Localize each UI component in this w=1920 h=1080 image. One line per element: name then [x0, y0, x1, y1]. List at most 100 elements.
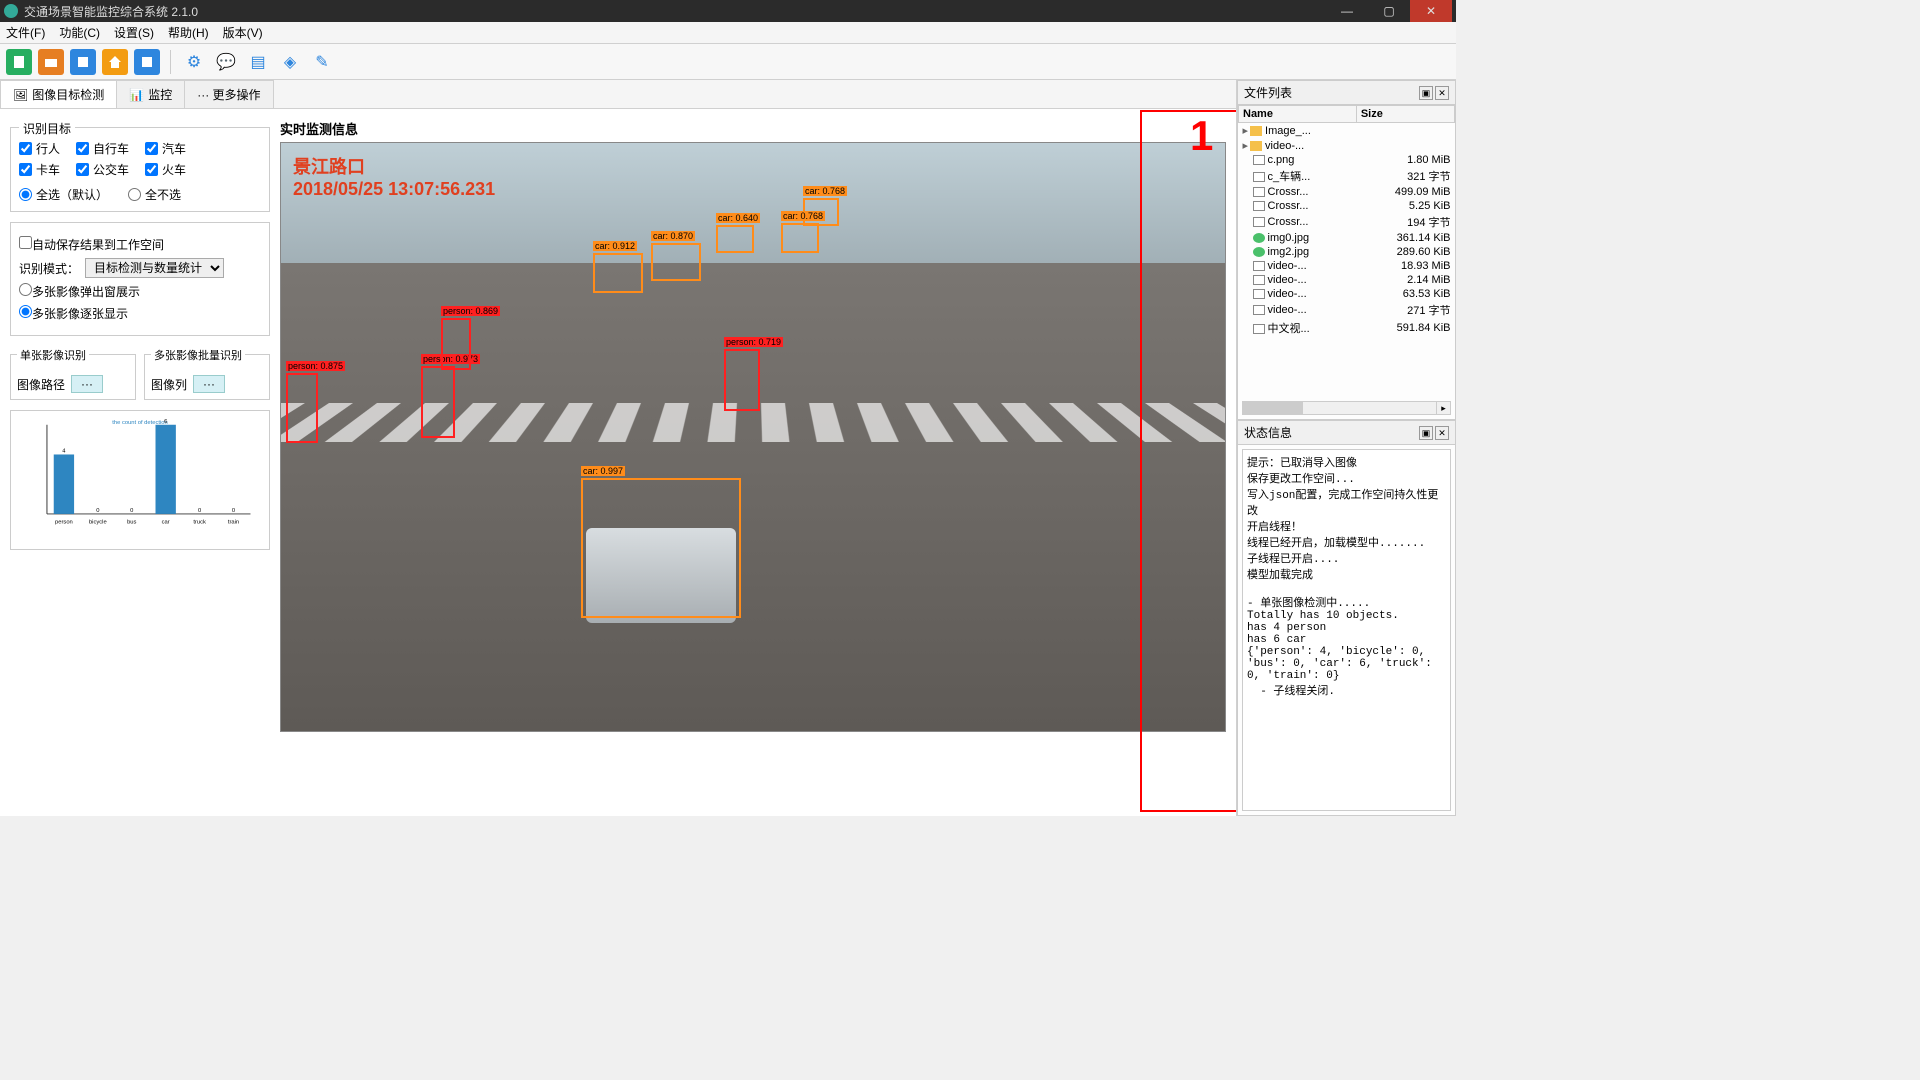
mode-groupbox: 自动保存结果到工作空间 识别模式： 目标检测与数量统计 多张影像弹出窗展示 多张…: [10, 222, 270, 336]
file-list-hscrollbar[interactable]: ▸: [1242, 401, 1451, 415]
app-icon: [4, 4, 18, 18]
radio-multi-seq[interactable]: 多张影像逐张显示: [19, 305, 128, 322]
tab-detection[interactable]: 🖼 图像目标检测: [0, 80, 117, 108]
file-icon: [1253, 172, 1265, 182]
comment-icon: 💬: [216, 52, 236, 72]
svg-text:0: 0: [198, 508, 201, 514]
detection-car: car: 0.912: [593, 253, 643, 293]
file-row[interactable]: 中文视...591.84 KiB: [1239, 319, 1455, 337]
status-panel: 状态信息 ▣ ✕ 提示：已取消导入图像 保存更改工作空间... 写入json配置…: [1237, 420, 1456, 816]
checkbox-truck[interactable]: 卡车: [19, 161, 60, 178]
tab-monitor-label: 监控: [148, 86, 172, 103]
toolbar-home-button[interactable]: [102, 49, 128, 75]
batch-browse-button[interactable]: ···: [193, 375, 225, 393]
file-row[interactable]: Crossr...5.25 KiB: [1239, 199, 1455, 213]
file-icon: [1253, 187, 1265, 197]
checkbox-autosave[interactable]: 自动保存结果到工作空间: [19, 236, 164, 253]
file-table[interactable]: Name Size ▸Image_...▸video-...c.png1.80 …: [1238, 105, 1455, 401]
single-legend: 单张影像识别: [17, 347, 89, 363]
status-log[interactable]: 提示：已取消导入图像 保存更改工作空间... 写入json配置，完成工作空间持久…: [1242, 449, 1451, 811]
menu-help[interactable]: 帮助(H): [168, 24, 209, 41]
detection-person: person: 0.973: [421, 366, 455, 438]
svg-text:6: 6: [164, 419, 167, 425]
annotation-label-1: 1: [1190, 112, 1213, 160]
file-icon: [1253, 289, 1265, 299]
file-row[interactable]: img0.jpg361.14 KiB: [1239, 231, 1455, 245]
window-minimize-button[interactable]: —: [1326, 0, 1368, 22]
file-row[interactable]: c_车辆...321 字节: [1239, 167, 1455, 185]
window-title: 交通场景智能监控综合系统 2.1.0: [24, 3, 198, 20]
file-list-close-button[interactable]: ✕: [1435, 86, 1449, 100]
file-row[interactable]: video-...271 字节: [1239, 301, 1455, 319]
detection-count-chart: the count of detection person4bicycle0bu…: [10, 410, 270, 550]
window-titlebar: 交通场景智能监控综合系统 2.1.0 — ▢ ✕: [0, 0, 1456, 22]
tab-more[interactable]: ··· 更多操作: [184, 80, 273, 108]
status-float-button[interactable]: ▣: [1419, 426, 1433, 440]
mode-select[interactable]: 目标检测与数量统计: [85, 258, 224, 278]
menu-version[interactable]: 版本(V): [223, 24, 263, 41]
toolbar-open-button[interactable]: [38, 49, 64, 75]
checkbox-train[interactable]: 火车: [145, 161, 186, 178]
tab-monitor-icon: 📊: [129, 88, 144, 102]
toolbar-comment-button[interactable]: 💬: [213, 49, 239, 75]
file-col-name[interactable]: Name: [1239, 106, 1357, 123]
toolbar: ⚙ 💬 ▤ ◈ ✎: [0, 44, 1456, 80]
detection-car: car: 0.640: [716, 225, 754, 253]
toolbar-settings-button[interactable]: ⚙: [181, 49, 207, 75]
file-row[interactable]: ▸Image_...: [1239, 123, 1455, 139]
tab-monitor[interactable]: 📊 监控: [116, 80, 185, 108]
file-row[interactable]: Crossr...194 字节: [1239, 213, 1455, 231]
file-icon: [1253, 324, 1265, 334]
file-row[interactable]: img2.jpg289.60 KiB: [1239, 245, 1455, 259]
targets-legend: 识别目标: [19, 120, 75, 137]
file-icon: [1253, 217, 1265, 227]
window-close-button[interactable]: ✕: [1410, 0, 1452, 22]
checkbox-car[interactable]: 汽车: [145, 140, 186, 157]
pencil-icon: ✎: [315, 52, 328, 72]
menu-settings[interactable]: 设置(S): [114, 24, 154, 41]
detection-car: car: 0.768: [781, 223, 819, 253]
toolbar-new-button[interactable]: [6, 49, 32, 75]
file-icon: [1253, 233, 1265, 243]
gear-icon: ⚙: [187, 52, 201, 72]
status-title: 状态信息: [1244, 424, 1292, 441]
toolbar-edit-button[interactable]: ✎: [309, 49, 335, 75]
file-row[interactable]: video-...2.14 MiB: [1239, 273, 1455, 287]
status-close-button[interactable]: ✕: [1435, 426, 1449, 440]
svg-text:0: 0: [130, 508, 133, 514]
radio-select-none[interactable]: 全不选: [128, 186, 181, 203]
file-col-size[interactable]: Size: [1356, 106, 1454, 123]
file-icon: [1253, 275, 1265, 285]
menu-function[interactable]: 功能(C): [59, 24, 100, 41]
file-list-float-button[interactable]: ▣: [1419, 86, 1433, 100]
file-icon: [1253, 247, 1265, 257]
svg-text:truck: truck: [193, 520, 206, 526]
file-row[interactable]: c.png1.80 MiB: [1239, 153, 1455, 167]
menu-file[interactable]: 文件(F): [6, 24, 45, 41]
file-row[interactable]: Crossr...499.09 MiB: [1239, 185, 1455, 199]
layers-icon: ◈: [284, 52, 296, 72]
toolbar-layers-button[interactable]: ◈: [277, 49, 303, 75]
main-tabs: 🖼 图像目标检测 📊 监控 ··· 更多操作: [0, 80, 1236, 109]
targets-groupbox: 识别目标 行人 自行车 汽车 卡车 公交车 火车 全选（默认） 全不选: [10, 127, 270, 212]
checkbox-bus[interactable]: 公交车: [76, 161, 129, 178]
radio-select-all[interactable]: 全选（默认）: [19, 186, 108, 203]
file-row[interactable]: ▸video-...: [1239, 138, 1455, 153]
single-browse-button[interactable]: ···: [71, 375, 103, 393]
toolbar-list-button[interactable]: ▤: [245, 49, 271, 75]
menubar: 文件(F) 功能(C) 设置(S) 帮助(H) 版本(V): [0, 22, 1456, 44]
toolbar-data-button[interactable]: [134, 49, 160, 75]
batch-image-box: 多张影像批量识别 图像列 ···: [144, 354, 270, 400]
file-icon: [1253, 155, 1265, 165]
radio-multi-popup[interactable]: 多张影像弹出窗展示: [19, 283, 140, 300]
detection-person: person: 0.869: [441, 318, 471, 370]
file-icon: [1250, 141, 1262, 151]
window-maximize-button[interactable]: ▢: [1368, 0, 1410, 22]
detection-car: car: 0.870: [651, 243, 701, 281]
file-row[interactable]: video-...63.53 KiB: [1239, 287, 1455, 301]
checkbox-bicycle[interactable]: 自行车: [76, 140, 129, 157]
file-row[interactable]: video-...18.93 MiB: [1239, 259, 1455, 273]
file-icon: [1253, 261, 1265, 271]
toolbar-save-button[interactable]: [70, 49, 96, 75]
checkbox-pedestrian[interactable]: 行人: [19, 140, 60, 157]
